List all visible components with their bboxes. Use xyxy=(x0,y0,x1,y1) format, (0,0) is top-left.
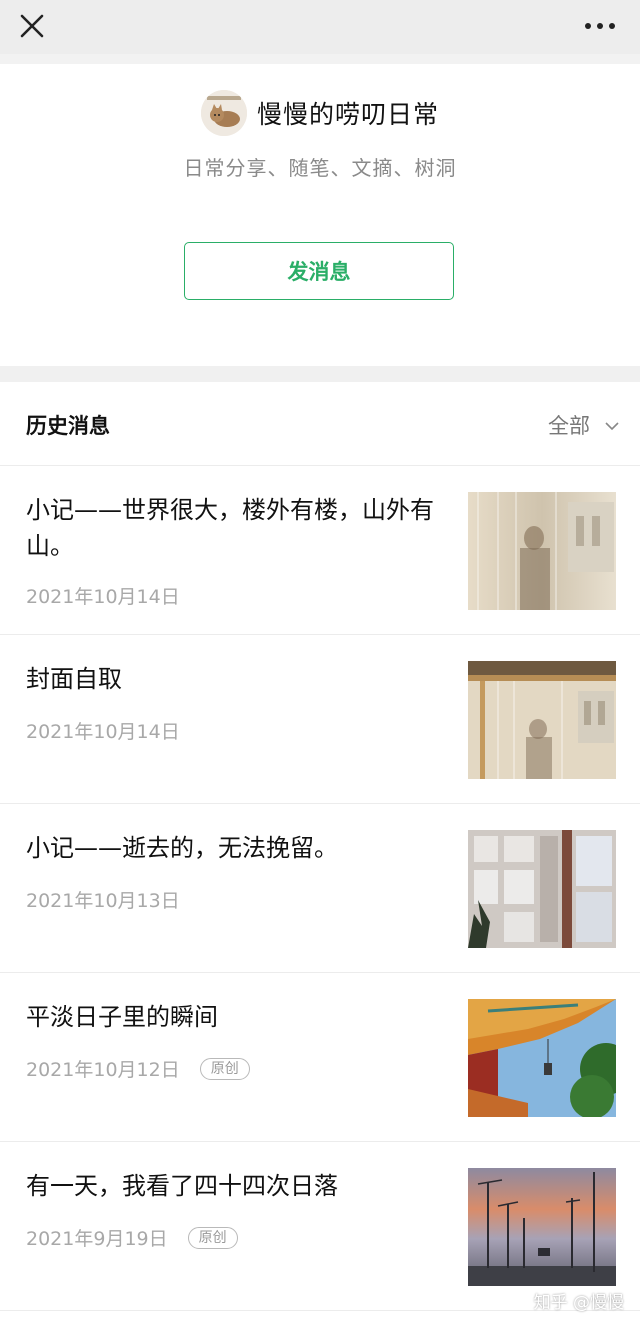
account-profile: 慢慢的唠叨日常 日常分享、随笔、文摘、树洞 发消息 xyxy=(0,64,640,366)
original-badge: 原创 xyxy=(199,1057,250,1080)
account-name: 慢慢的唠叨日常 xyxy=(256,100,439,129)
list-item[interactable]: 封面自取 2021年10月14日 xyxy=(0,635,640,804)
list-item[interactable]: 有一天，我看了四十四次日落 2021年9月19日 原创 xyxy=(0,1142,640,1311)
article-thumbnail[interactable] xyxy=(468,1168,616,1286)
account-header: 慢慢的唠叨日常 xyxy=(0,88,640,138)
list-item[interactable]: 小记——世界很大，楼外有楼，山外有山。 2021年10月14日 xyxy=(0,466,640,635)
article-title: 平淡日子里的瞬间 xyxy=(26,1003,218,1031)
account-description: 日常分享、随笔、文摘、树洞 xyxy=(183,156,457,180)
top-bar xyxy=(0,0,640,54)
section-divider xyxy=(0,366,640,382)
article-title: 小记——世界很大，楼外有楼，山外有山。 xyxy=(26,496,434,560)
article-meta: 2021年10月13日 xyxy=(26,886,180,913)
history-title: 历史消息 xyxy=(26,414,110,438)
article-title: 有一天，我看了四十四次日落 xyxy=(26,1172,338,1200)
article-date: 2021年10月13日 xyxy=(26,890,180,912)
article-date: 2021年10月14日 xyxy=(26,721,180,743)
more-options-icon[interactable] xyxy=(580,12,620,40)
filter-label: 全部 xyxy=(548,414,590,438)
list-item[interactable]: 平淡日子里的瞬间 2021年10月12日 原创 xyxy=(0,973,640,1142)
chevron-down-icon xyxy=(604,416,620,435)
article-meta: 2021年10月14日 xyxy=(26,582,180,609)
original-badge: 原创 xyxy=(187,1226,238,1249)
article-title: 封面自取 xyxy=(26,665,122,693)
watermark: 知乎 @慢慢 xyxy=(533,1293,624,1313)
article-meta: 2021年9月19日 原创 xyxy=(26,1224,238,1251)
cat-avatar-icon[interactable] xyxy=(200,90,247,136)
article-meta: 2021年10月14日 xyxy=(26,717,180,744)
article-thumbnail[interactable] xyxy=(468,661,616,779)
article-thumbnail[interactable] xyxy=(468,492,616,610)
filter-dropdown[interactable]: 全部 xyxy=(548,410,620,440)
article-meta: 2021年10月12日 原创 xyxy=(26,1055,250,1082)
article-title: 小记——逝去的，无法挽留。 xyxy=(26,834,338,862)
close-icon[interactable] xyxy=(14,10,50,44)
article-thumbnail[interactable] xyxy=(468,830,616,948)
list-item[interactable]: 小记——逝去的，无法挽留。 2021年10月13日 xyxy=(0,804,640,973)
article-date: 2021年10月14日 xyxy=(26,586,180,608)
article-date: 2021年10月12日 xyxy=(26,1059,180,1081)
history-header: 历史消息 全部 xyxy=(0,382,640,466)
article-date: 2021年9月19日 xyxy=(26,1228,168,1250)
divider xyxy=(0,54,640,64)
send-message-button[interactable]: 发消息 xyxy=(184,242,454,300)
article-thumbnail[interactable] xyxy=(468,999,616,1117)
article-list: 小记——世界很大，楼外有楼，山外有山。 2021年10月14日 封面自取 202… xyxy=(0,466,640,1311)
